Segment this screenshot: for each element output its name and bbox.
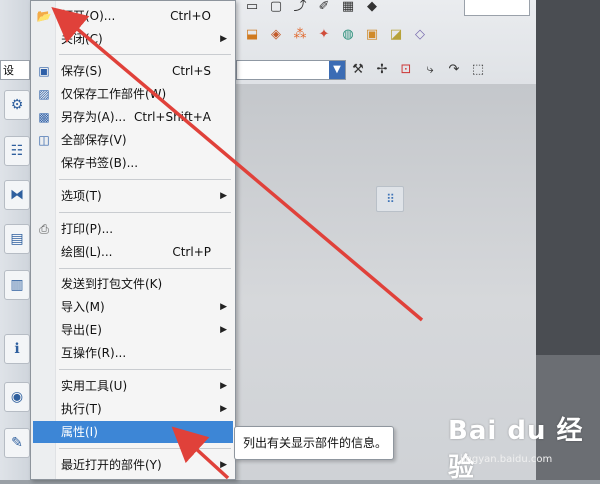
gear-icon[interactable]: ⚙	[4, 90, 30, 120]
save-all-icon: ◫	[38, 133, 50, 147]
open-folder-icon: 📂	[36, 9, 52, 23]
command-search-input[interactable]	[464, 0, 530, 16]
feature-icon[interactable]: ◈	[266, 26, 286, 44]
file-menu: 📂 打开(O)... Ctrl+O 关闭(C) ▶ ▣ 保存(S) Ctrl+S…	[30, 0, 236, 480]
grid-icon[interactable]: ⠿	[376, 186, 404, 212]
menu-item-utilities[interactable]: 实用工具(U) ▶	[33, 375, 233, 397]
history-icon[interactable]: ✎	[4, 428, 30, 458]
part-navigator-icon[interactable]: ▤	[4, 224, 30, 254]
surface-icon[interactable]: ◇	[410, 26, 430, 44]
submenu-arrow-icon: ▶	[220, 325, 227, 335]
move-icon[interactable]: ⤷	[420, 61, 440, 79]
toolbar-row-2: ⬓ ◈ ⁂ ✦ ◍ ▣ ◪ ◇	[236, 22, 430, 48]
print-icon: ⎙	[39, 222, 49, 236]
rotate-icon[interactable]: ↷	[444, 61, 464, 79]
menu-item-export[interactable]: 导出(E) ▶	[33, 319, 233, 341]
toolbar-icon-2[interactable]: ▢	[266, 0, 286, 16]
sketch-icon[interactable]: ✐	[314, 0, 334, 16]
left-resource-bar: 设 ⚙ ☷ ⧓ ▤ ▥ ℹ ◉ ✎	[0, 0, 31, 480]
menu-item-execute[interactable]: 执行(T) ▶	[33, 398, 233, 420]
submenu-arrow-icon: ▶	[220, 302, 227, 312]
submenu-arrow-icon: ▶	[220, 460, 227, 470]
reuse-library-icon[interactable]: ▥	[4, 270, 30, 300]
submenu-arrow-icon: ▶	[220, 34, 227, 44]
menu-item-options[interactable]: 选项(T) ▶	[33, 185, 233, 207]
menu-item-print[interactable]: ⎙ 打印(P)...	[33, 218, 233, 240]
snap-icon[interactable]: ⤴	[290, 0, 310, 16]
toolbar-row-1: ▭ ▢ ⤴ ✐ ▦ ◆	[236, 0, 382, 20]
save-icon: ▣	[38, 64, 50, 78]
right-panel	[536, 0, 600, 480]
datum-icon[interactable]: ◍	[338, 26, 358, 44]
toolbar-icon-1[interactable]: ▭	[242, 0, 262, 16]
dimension-icon[interactable]: ▦	[338, 0, 358, 16]
menu-item-plot[interactable]: 绘图(L)... Ctrl+P	[33, 241, 233, 263]
toolbar-row-3: ⚒ ✢ ⊡ ⤷ ↷ ⬚	[342, 57, 488, 83]
submenu-arrow-icon: ▶	[220, 404, 227, 414]
save-as-icon: ▩	[38, 110, 50, 124]
properties-tooltip: 列出有关显示部件的信息。	[234, 426, 394, 460]
menu-item-save-as[interactable]: ▩ 另存为(A)... Ctrl+Shift+A	[33, 106, 233, 128]
rectangle-select-icon[interactable]: ⬚	[468, 61, 488, 79]
view-icon[interactable]: ◆	[362, 0, 382, 16]
submenu-arrow-icon: ▶	[220, 381, 227, 391]
pattern-icon[interactable]: ⁂	[290, 26, 310, 44]
snap-point-icon[interactable]: ⚒	[348, 61, 368, 79]
menu-item-open[interactable]: 📂 打开(O)... Ctrl+O	[33, 5, 233, 27]
menu-item-interop[interactable]: 互操作(R)...	[33, 342, 233, 364]
assembly-navigator-icon[interactable]: ☷	[4, 136, 30, 166]
left-combo[interactable]: 设	[0, 60, 30, 80]
menu-item-recent-parts[interactable]: 最近打开的部件(Y) ▶	[33, 454, 233, 476]
watermark-url: jingyan.baidu.com	[460, 454, 553, 465]
boolean-icon[interactable]: ✦	[314, 26, 334, 44]
box-icon[interactable]: ▣	[362, 26, 382, 44]
menu-item-close[interactable]: 关闭(C) ▶	[33, 28, 233, 50]
edge-blend-icon[interactable]: ◪	[386, 26, 406, 44]
main-toolbar: ▭ ▢ ⤴ ✐ ▦ ◆ ⬓ ◈ ⁂ ✦ ◍ ▣ ◪ ◇ ▼ ⚒ ✢ ⊡ ⤷ ↷ …	[236, 0, 536, 85]
watermark-brand: Bai du 经验	[448, 416, 584, 483]
menu-item-send-to-package[interactable]: 发送到打包文件(K)	[33, 273, 233, 295]
menu-item-import[interactable]: 导入(M) ▶	[33, 296, 233, 318]
constraint-navigator-icon[interactable]: ⧓	[4, 180, 30, 210]
extrude-icon[interactable]: ⬓	[242, 26, 262, 44]
menu-item-save-bookmark[interactable]: 保存书签(B)...	[33, 152, 233, 174]
web-browser-icon[interactable]: ◉	[4, 382, 30, 412]
info-icon[interactable]: ℹ	[4, 334, 30, 364]
menu-item-save[interactable]: ▣ 保存(S) Ctrl+S	[33, 60, 233, 82]
menu-item-save-all[interactable]: ◫ 全部保存(V)	[33, 129, 233, 151]
menu-item-properties[interactable]: 属性(I)	[33, 421, 233, 443]
select-filter-icon[interactable]: ✢	[372, 61, 392, 79]
save-work-part-icon: ▨	[38, 87, 50, 101]
submenu-arrow-icon: ▶	[220, 191, 227, 201]
inferred-point-icon[interactable]: ⊡	[396, 61, 416, 79]
baidu-watermark: Bai du 经验 jingyan.baidu.com	[448, 410, 598, 483]
selection-filter-combo[interactable]: ▼	[236, 60, 346, 80]
menu-item-save-work-part[interactable]: ▨ 仅保存工作部件(W)	[33, 83, 233, 105]
